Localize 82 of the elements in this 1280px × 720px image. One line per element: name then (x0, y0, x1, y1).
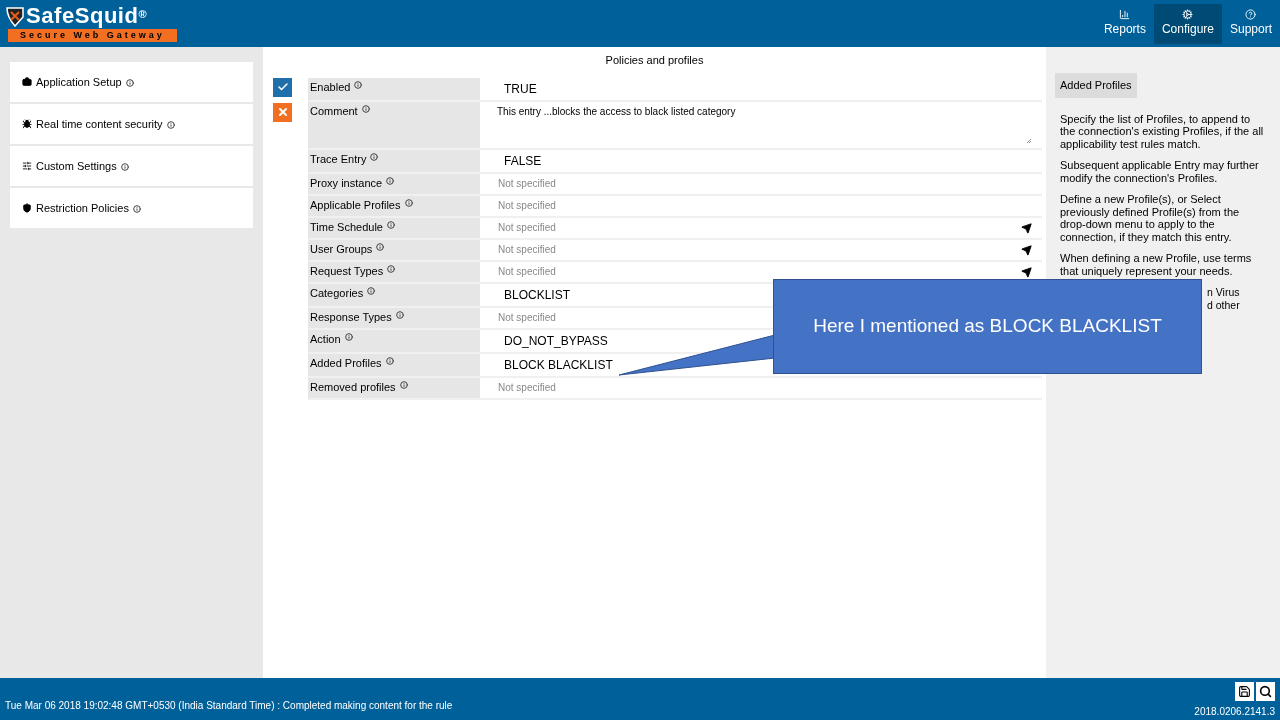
version-text: 2018.0206.2141.3 (1194, 705, 1275, 719)
info-icon (387, 264, 396, 273)
nav-tab[interactable]: Support (1221, 3, 1280, 44)
info-icon (386, 220, 395, 229)
info-icon (404, 198, 413, 207)
field-label: Request Types (308, 261, 480, 282)
field-value[interactable]: Not specified (480, 380, 556, 395)
nav-tab[interactable]: Reports (1095, 3, 1154, 44)
info-icon (344, 332, 353, 341)
field-label: User Groups (308, 239, 480, 260)
help-text-fragment: d other (1207, 298, 1241, 311)
send-icon[interactable] (1021, 266, 1032, 278)
send-icon[interactable] (1021, 244, 1032, 256)
help-paragraph: Subsequent applicable Entry may further modify the connection's Profiles. (1060, 159, 1260, 184)
field-label: Removed profiles (308, 377, 480, 398)
info-icon (125, 79, 134, 87)
info-icon (385, 356, 394, 365)
save-entry-button[interactable] (273, 77, 292, 97)
sliders-icon (22, 161, 32, 171)
field-label: Enabled (308, 77, 480, 100)
check-icon (276, 81, 289, 93)
sidebar-item[interactable]: Application Setup (10, 62, 253, 102)
field-label: Trace Entry (308, 149, 480, 172)
field-label: Time Schedule (308, 217, 480, 238)
save-icon (1238, 685, 1251, 698)
help-text-fragment: n Virus (1207, 286, 1241, 299)
help-icon (1245, 9, 1257, 20)
field-value[interactable]: TRUE (480, 79, 537, 100)
sidebar-item[interactable]: Custom Settings (10, 146, 253, 186)
field-value[interactable]: Not specified (480, 264, 556, 279)
comment-field[interactable]: This entry ...blocks the access to black listed category (480, 101, 1042, 148)
chart-icon (1119, 9, 1131, 20)
field-value[interactable]: Not specified (480, 242, 556, 257)
info-icon (120, 163, 129, 171)
callout-box: Here I mentioned as BLOCK BLACKLIST (773, 279, 1202, 374)
status-message: Tue Mar 06 2018 19:02:48 GMT+0530 (India Standard Time) : Completed making content for the rule (5, 699, 453, 713)
info-icon (386, 176, 395, 185)
help-paragraph: When defining a new Profile, use terms that uniquely represent your needs. (1060, 252, 1253, 277)
field-value[interactable]: Not specified (480, 220, 556, 235)
field-value[interactable]: Not specified (480, 310, 556, 325)
info-icon (370, 152, 379, 161)
help-paragraph: Define a new Profile(s), or Select previously defined Profile(s) from the drop-down menu to apply to the connection, if they match this entry. (1060, 193, 1241, 243)
info-icon (166, 121, 175, 129)
info-icon (395, 310, 404, 319)
info-icon (376, 242, 385, 251)
gear-icon (1182, 9, 1194, 20)
field-label: Added Profiles (308, 353, 480, 376)
field-label: Applicable Profiles (308, 195, 480, 216)
field-label: Action (308, 329, 480, 352)
page-title: Policies and profiles (604, 53, 705, 68)
help-title: Added Profiles (1055, 73, 1137, 98)
nav-tab[interactable]: Configure (1153, 3, 1222, 44)
shield-icon (22, 203, 32, 213)
info-icon (132, 205, 141, 213)
resize-grip-icon (1026, 137, 1032, 144)
field-value[interactable]: FALSE (480, 151, 542, 172)
delete-entry-button[interactable] (273, 102, 292, 122)
field-label: Response Types (308, 307, 480, 328)
field-label: Categories (308, 283, 480, 306)
logo-icon (4, 5, 26, 27)
field-value[interactable]: Not specified (480, 176, 556, 191)
sidebar-item[interactable]: Restriction Policies (10, 188, 253, 228)
save-button[interactable] (1235, 682, 1254, 701)
bug-icon (22, 119, 32, 129)
brand-name: SafeSquid$^{®}$ (26, 5, 148, 27)
field-value[interactable]: DO_NOT_BYPASS (480, 331, 608, 352)
info-icon (367, 286, 376, 295)
info-icon (354, 80, 363, 89)
field-value[interactable]: BLOCKLIST (480, 285, 571, 306)
field-label: Comment (308, 101, 480, 148)
search-button[interactable] (1256, 682, 1275, 701)
info-icon (399, 380, 408, 389)
briefcase-icon (22, 77, 32, 87)
field-value[interactable]: BLOCK BLACKLIST (480, 355, 613, 376)
field-label: Proxy instance (308, 173, 480, 194)
help-paragraph: Specify the list of Profiles, to append to the connection's existing Profiles, if the all applicability test rules match. (1060, 112, 1265, 150)
send-icon[interactable] (1021, 222, 1032, 234)
sidebar-item[interactable]: Real time content security (10, 104, 253, 144)
close-icon (276, 106, 289, 118)
info-icon (361, 104, 370, 113)
search-icon (1259, 685, 1272, 698)
field-value[interactable]: Not specified (480, 198, 556, 213)
